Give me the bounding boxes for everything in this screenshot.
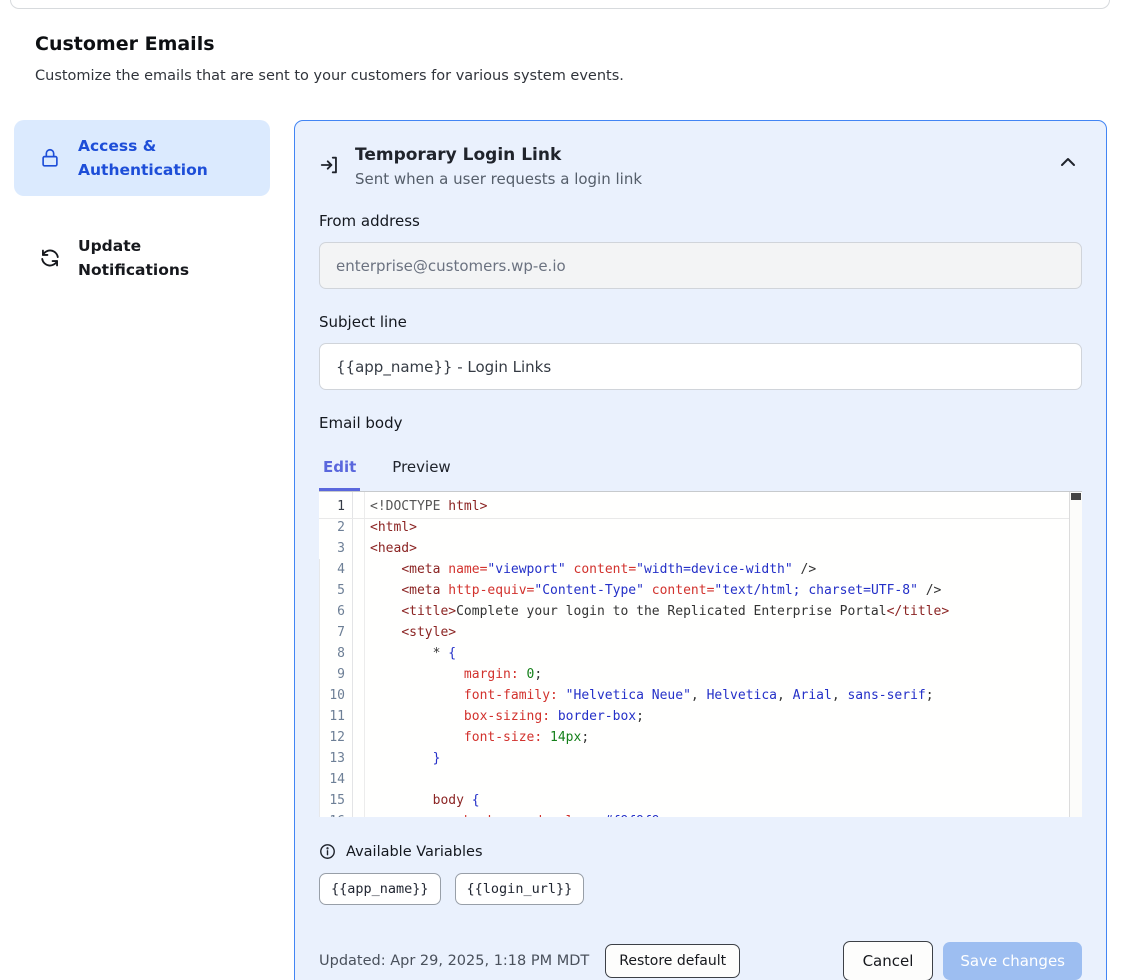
code-line: } [370,748,1082,769]
email-body-label: Email body [319,414,1082,432]
available-variables-header: Available Variables [319,843,1082,860]
line-number: 6 [319,601,352,622]
code-line: <head> [370,538,1082,559]
tab-preview[interactable]: Preview [388,452,454,491]
subject-line-label: Subject line [319,313,1082,331]
indent-guide [319,643,320,817]
temporary-login-link-panel: Temporary Login Link Sent when a user re… [294,120,1107,980]
page-subtitle: Customize the emails that are sent to yo… [35,68,1128,84]
line-number: 7 [319,622,352,643]
page-title: Customer Emails [35,33,1128,55]
chevron-up-icon [1060,157,1076,167]
code-line: body { [370,790,1082,811]
updated-timestamp: Updated: Apr 29, 2025, 1:18 PM MDT [319,953,589,969]
code-line: box-sizing: border-box; [370,706,1082,727]
code-line: <!DOCTYPE html> [370,496,1082,517]
active-line-underline [319,518,1082,519]
code-line: font-family: "Helvetica Neue", Helvetica… [370,685,1082,706]
line-number: 3 [319,538,352,559]
line-number: 12 [319,727,352,748]
email-body-tabs: Edit Preview [319,452,1082,491]
card-above-bottom-edge [10,0,1110,9]
line-number: 15 [319,790,352,811]
code-line: <title>Complete your login to the Replic… [370,601,1082,622]
login-icon [319,154,341,176]
sidebar-item-update-notifications[interactable]: Update Notifications [14,220,270,296]
code-line: * { [370,643,1082,664]
code-line: font-size: 14px; [370,727,1082,748]
save-changes-button[interactable]: Save changes [943,942,1082,980]
collapse-button[interactable] [1054,151,1082,173]
line-number: 1 [319,496,352,517]
line-number: 16 [319,811,352,817]
subject-line-input[interactable] [319,343,1082,390]
code-line: margin: 0; [370,664,1082,685]
available-variables-label: Available Variables [346,844,483,860]
sidebar: Access & Authentication Update Notificat… [14,120,270,296]
code-line: <html> [370,517,1082,538]
code-line: <meta name="viewport" content="width=dev… [370,559,1082,580]
editor-code[interactable]: <!DOCTYPE html><html><head> <meta name="… [365,492,1082,817]
lock-icon [38,146,62,170]
line-number: 2 [319,517,352,538]
editor-fold-gutter [353,492,365,817]
panel-subtitle: Sent when a user requests a login link [355,170,1040,188]
refresh-icon [38,246,62,270]
line-number: 11 [319,706,352,727]
line-number: 10 [319,685,352,706]
line-number: 13 [319,748,352,769]
panel-header: Temporary Login Link Sent when a user re… [319,145,1082,188]
from-address-input[interactable] [319,242,1082,289]
code-line: <style> [370,622,1082,643]
editor-vertical-scrollbar[interactable] [1069,492,1082,817]
panel-title: Temporary Login Link [355,145,1040,165]
scrollbar-thumb[interactable] [1071,493,1081,500]
from-address-label: From address [319,212,1082,230]
sidebar-item-label: Update Notifications [78,234,254,282]
panel-titles: Temporary Login Link Sent when a user re… [355,145,1040,188]
line-number: 5 [319,580,352,601]
panel-footer: Updated: Apr 29, 2025, 1:18 PM MDT Resto… [319,941,1082,980]
code-line [370,769,1082,790]
sidebar-item-label: Access & Authentication [78,134,254,182]
sidebar-item-access-authentication[interactable]: Access & Authentication [14,120,270,196]
info-icon [319,843,336,860]
line-number: 4 [319,559,352,580]
editor-gutter: 12345678910111213141516 [319,492,353,817]
cancel-button[interactable]: Cancel [843,941,934,980]
line-number: 8 [319,643,352,664]
code-line: background-color: #f9f9f9; [370,811,1082,817]
line-number: 14 [319,769,352,790]
content-layout: Access & Authentication Update Notificat… [14,120,1107,980]
restore-default-button[interactable]: Restore default [605,944,740,978]
variable-chips: {{app_name}} {{login_url}} [319,873,1082,905]
line-number: 9 [319,664,352,685]
variable-chip[interactable]: {{app_name}} [319,873,441,905]
code-line: <meta http-equiv="Content-Type" content=… [370,580,1082,601]
code-editor[interactable]: 12345678910111213141516 <!DOCTYPE html><… [319,491,1082,817]
variable-chip[interactable]: {{login_url}} [455,873,585,905]
tab-edit[interactable]: Edit [319,452,360,491]
